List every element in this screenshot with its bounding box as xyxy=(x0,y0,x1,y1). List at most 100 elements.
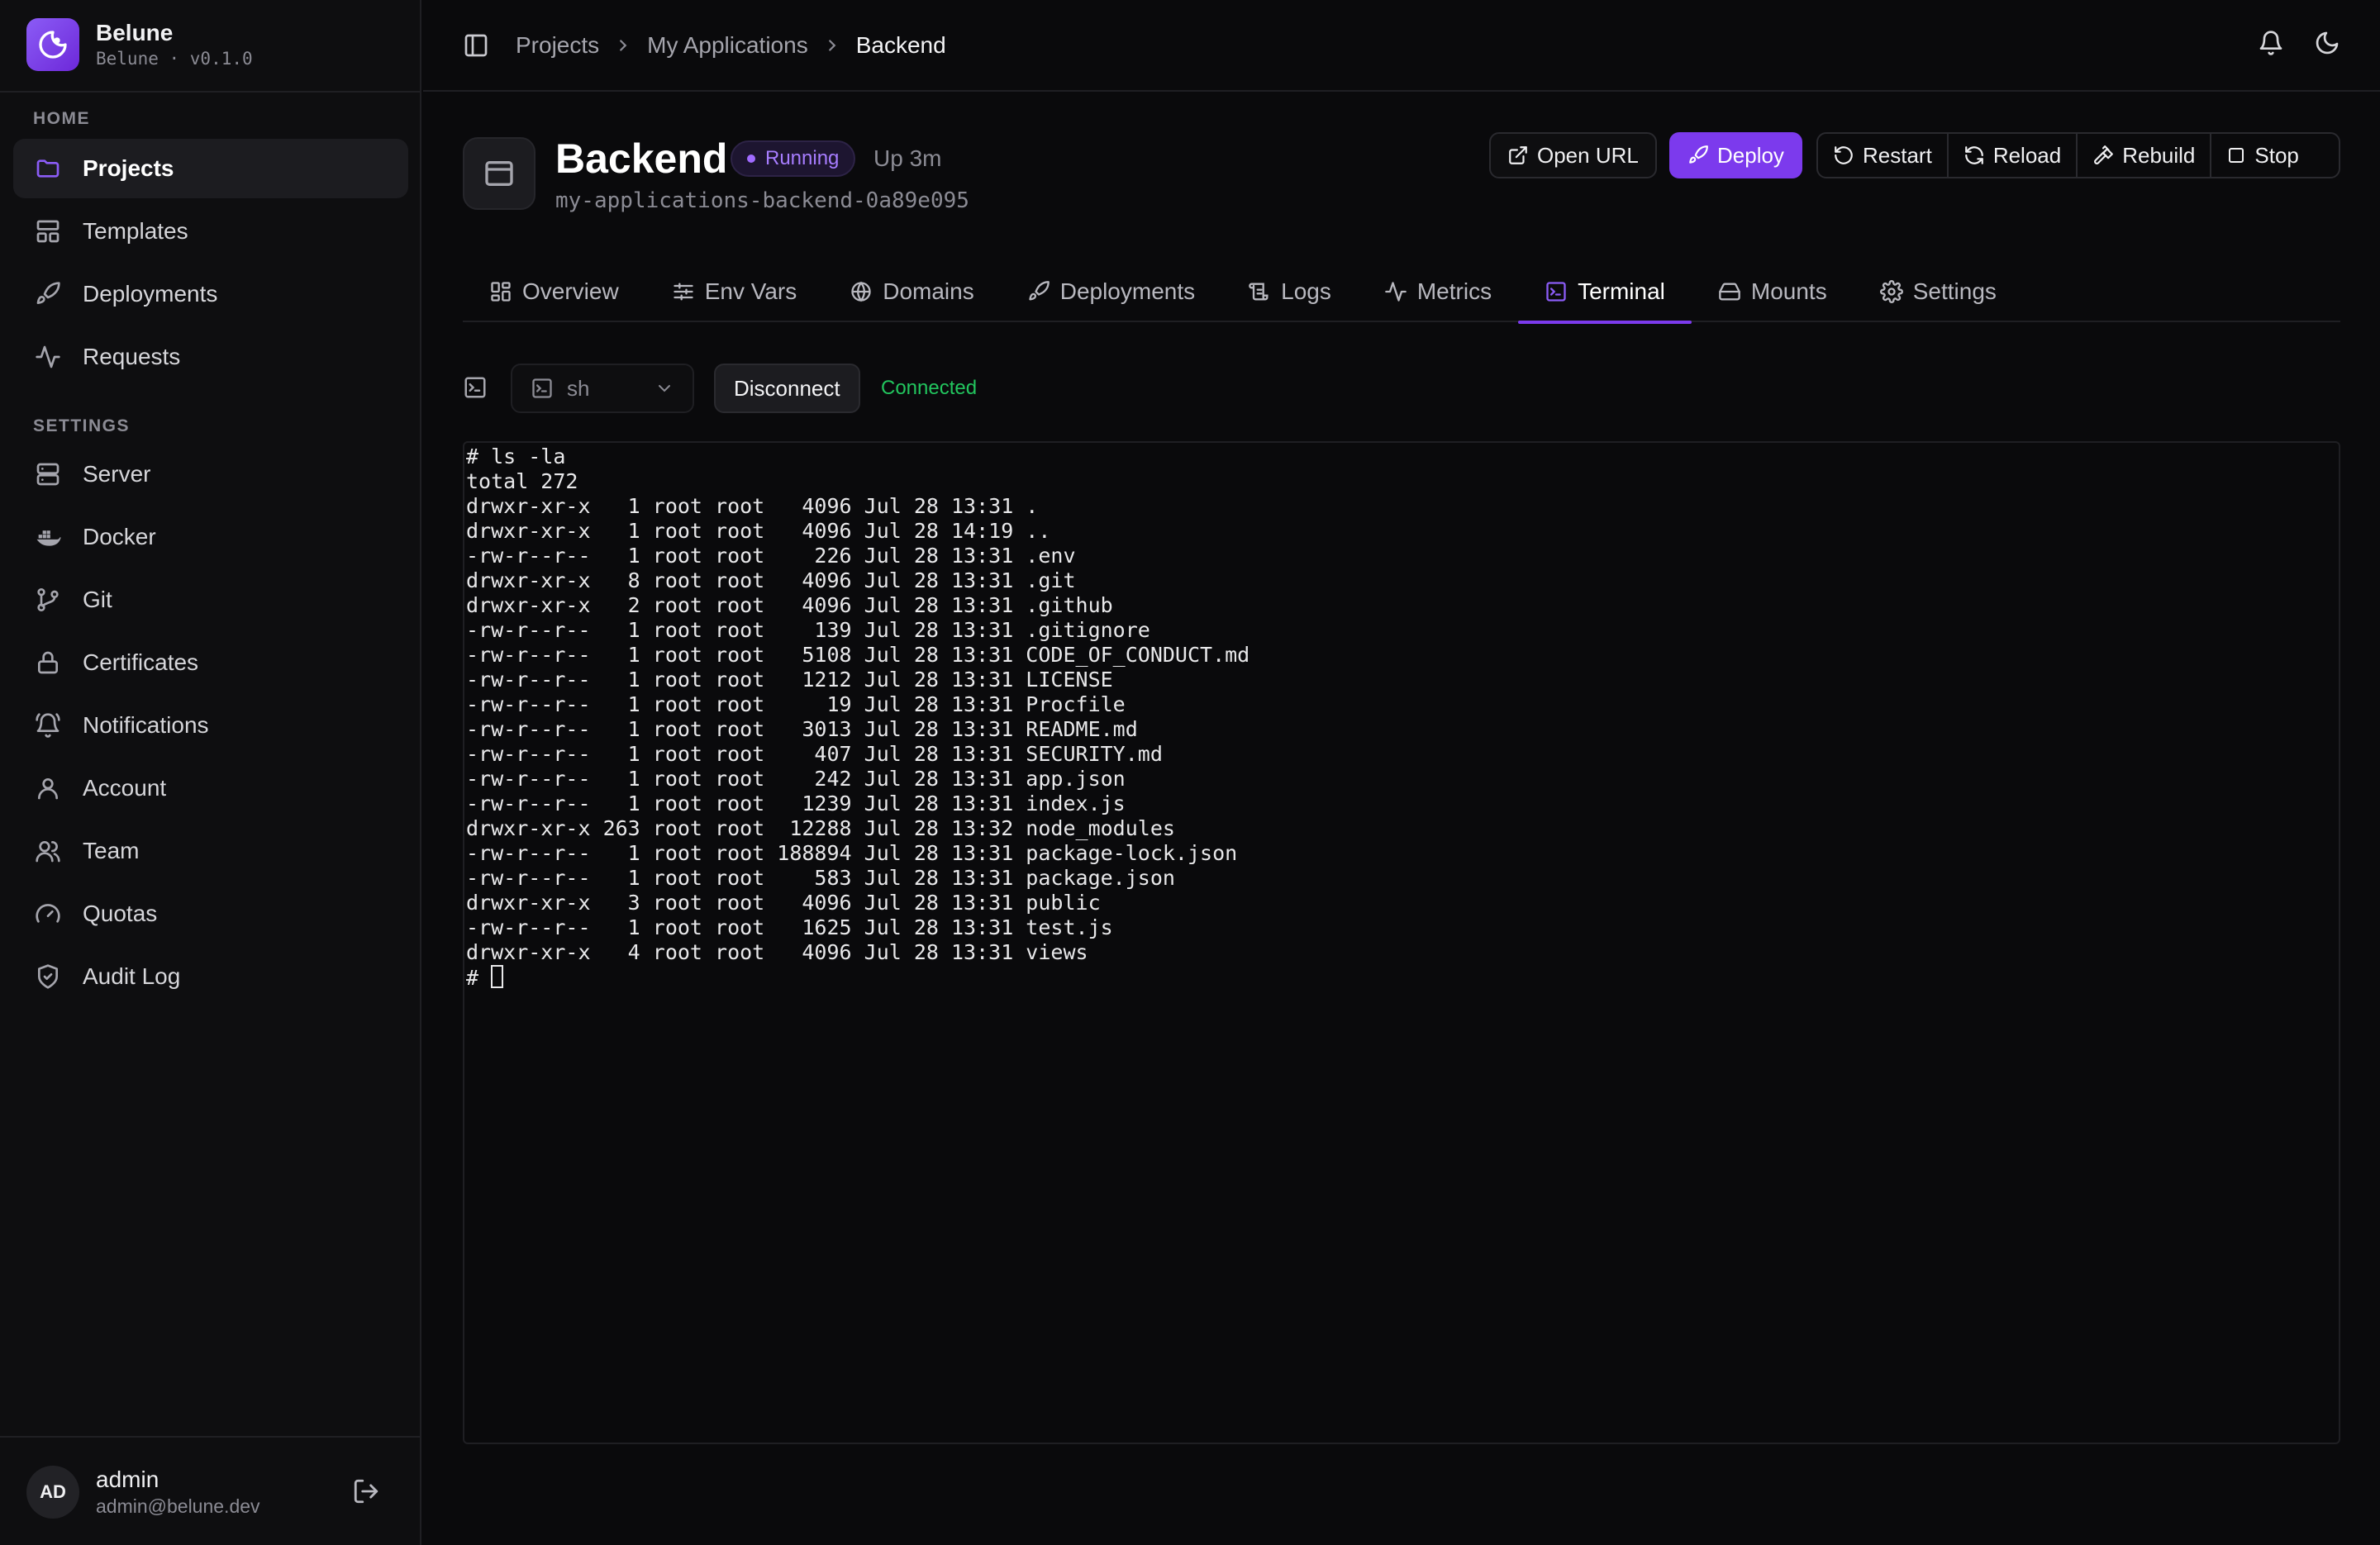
gear-icon xyxy=(1879,280,1903,303)
shell-select[interactable]: sh xyxy=(511,364,694,413)
app-slug: my-applications-backend-0a89e095 xyxy=(555,188,969,213)
chevron-right-icon xyxy=(614,36,632,55)
sidebar-item-team[interactable]: Team xyxy=(13,821,408,881)
tab-overview[interactable]: Overview xyxy=(463,261,645,322)
rebuild-button[interactable]: Rebuild xyxy=(2078,134,2212,177)
logout-icon[interactable] xyxy=(352,1477,382,1507)
tab-label: Domains xyxy=(883,278,974,304)
breadcrumb-backend: Backend xyxy=(855,32,946,58)
terminal-line: -rw-r--r-- 1 root root 188894 Jul 28 13:… xyxy=(466,841,1238,865)
terminal-line: drwxr-xr-x 4 root root 4096 Jul 28 13:31… xyxy=(466,940,1088,964)
sidebar-item-docker[interactable]: Docker xyxy=(13,507,408,567)
terminal-icon xyxy=(463,375,489,402)
sidebar-item-server[interactable]: Server xyxy=(13,444,408,504)
terminal-output[interactable]: # ls -la total 272 drwxr-xr-x 1 root roo… xyxy=(463,441,2340,1444)
terminal-line: -rw-r--r-- 1 root root 242 Jul 28 13:31 … xyxy=(466,767,1126,791)
tab-label: Terminal xyxy=(1578,278,1665,304)
deploy-button[interactable]: Deploy xyxy=(1669,132,1802,178)
sidebar-divider xyxy=(0,91,421,93)
brand-name: Belune xyxy=(96,20,174,45)
moon-icon[interactable] xyxy=(2314,30,2340,56)
rocket-icon xyxy=(33,279,63,309)
square-icon xyxy=(2229,148,2244,163)
terminal-line: # ls -la xyxy=(466,444,566,468)
sidebar-item-requests[interactable]: Requests xyxy=(13,327,408,387)
sidebar-item-label: Deployments xyxy=(83,281,218,307)
sidebar-item-quotas[interactable]: Quotas xyxy=(13,884,408,944)
terminal-line: -rw-r--r-- 1 root root 226 Jul 28 13:31 … xyxy=(466,544,1076,568)
tab-terminal[interactable]: Terminal xyxy=(1518,261,1692,324)
sidebar-item-notifications[interactable]: Notifications xyxy=(13,696,408,755)
terminal-icon xyxy=(1546,282,1566,302)
page-title: Backend xyxy=(555,135,728,182)
sidebar-item-audit-log[interactable]: Audit Log xyxy=(13,947,408,1006)
breadcrumb: Projects My Applications Backend xyxy=(463,28,946,63)
disconnect-button[interactable]: Disconnect xyxy=(714,364,860,413)
terminal-line: drwxr-xr-x 2 root root 4096 Jul 28 13:31… xyxy=(466,593,1113,617)
terminal-line: -rw-r--r-- 1 root root 583 Jul 28 13:31 … xyxy=(466,866,1175,890)
chevron-down-icon xyxy=(659,385,670,392)
terminal-line: -rw-r--r-- 1 root root 1239 Jul 28 13:31… xyxy=(466,792,1126,815)
reload-button[interactable]: Reload xyxy=(1949,134,2078,177)
status-text: Running xyxy=(765,147,840,169)
tab-env-vars[interactable]: Env Vars xyxy=(645,261,824,322)
restart-label: Restart xyxy=(1863,142,1932,168)
breadcrumb-projects[interactable]: Projects xyxy=(516,32,599,59)
tab-label: Overview xyxy=(522,278,619,304)
tab-mounts[interactable]: Mounts xyxy=(1692,261,1854,322)
tab-bar: Overview Env Vars Domains Deployments Lo… xyxy=(463,261,2340,324)
terminal-icon xyxy=(532,378,552,398)
users-icon xyxy=(33,836,63,866)
status-badge: Running xyxy=(731,140,856,177)
sidebar-item-git[interactable]: Git xyxy=(13,570,408,630)
brand[interactable]: Belune Belune · v0.1.0 xyxy=(26,18,253,71)
tab-label: Env Vars xyxy=(704,278,797,304)
tab-domains[interactable]: Domains xyxy=(823,261,1000,322)
user-email: admin@belune.dev xyxy=(96,1495,260,1517)
deploy-label: Deploy xyxy=(1717,142,1784,168)
breadcrumb-my-applications[interactable]: My Applications xyxy=(647,32,808,59)
sidebar-item-templates[interactable]: Templates xyxy=(13,202,408,261)
sidebar-item-label: Quotas xyxy=(83,901,158,926)
uptime-text: Up 3m xyxy=(873,145,942,171)
sidebar-item-projects[interactable]: Projects xyxy=(13,139,408,198)
sidebar-item-label: Docker xyxy=(83,524,156,549)
hard-drive-icon xyxy=(1719,283,1740,301)
user-profile: AD admin admin@belune.dev xyxy=(26,1464,395,1520)
status-dot xyxy=(747,154,755,163)
rocket-icon xyxy=(1029,281,1050,301)
sidebar-toggle-icon[interactable] xyxy=(463,32,489,59)
tab-label: Logs xyxy=(1281,278,1331,304)
terminal-line: -rw-r--r-- 1 root root 3013 Jul 28 13:31… xyxy=(466,717,1138,741)
tab-label: Mounts xyxy=(1750,278,1827,304)
terminal-line: -rw-r--r-- 1 root root 407 Jul 28 13:31 … xyxy=(466,742,1163,766)
terminal-prompt-line: # xyxy=(466,965,2337,990)
restart-button[interactable]: Restart xyxy=(1818,134,1949,177)
server-icon xyxy=(33,459,63,489)
bell-icon[interactable] xyxy=(2258,30,2284,56)
avatar[interactable]: AD xyxy=(26,1466,79,1519)
sidebar-item-label: Audit Log xyxy=(83,963,181,989)
terminal-line: -rw-r--r-- 1 root root 139 Jul 28 13:31 … xyxy=(466,618,1150,642)
belune-logo-icon xyxy=(26,18,79,71)
sidebar-item-certificates[interactable]: Certificates xyxy=(13,633,408,692)
open-url-button[interactable]: Open URL xyxy=(1489,132,1657,178)
tab-metrics[interactable]: Metrics xyxy=(1358,261,1518,322)
tab-logs[interactable]: Logs xyxy=(1221,261,1358,322)
open-url-label: Open URL xyxy=(1537,142,1639,168)
tab-label: Deployments xyxy=(1059,278,1196,304)
sidebar-item-label: Notifications xyxy=(83,712,209,738)
lock-icon xyxy=(33,648,63,677)
sidebar-item-account[interactable]: Account xyxy=(13,758,408,818)
sidebar-item-label: Projects xyxy=(83,155,174,181)
sidebar-item-deployments[interactable]: Deployments xyxy=(13,264,408,324)
stop-button[interactable]: Stop xyxy=(2211,134,2314,177)
section-label-settings: SETTINGS xyxy=(33,416,131,435)
terminal-cursor xyxy=(491,965,504,988)
terminal-prompt: # xyxy=(466,966,492,990)
chevron-right-icon xyxy=(823,36,841,55)
layout-icon xyxy=(33,216,63,246)
terminal-line: drwxr-xr-x 263 root root 12288 Jul 28 13… xyxy=(466,816,1175,840)
tab-deployments[interactable]: Deployments xyxy=(1001,261,1221,322)
tab-settings[interactable]: Settings xyxy=(1854,261,2023,322)
